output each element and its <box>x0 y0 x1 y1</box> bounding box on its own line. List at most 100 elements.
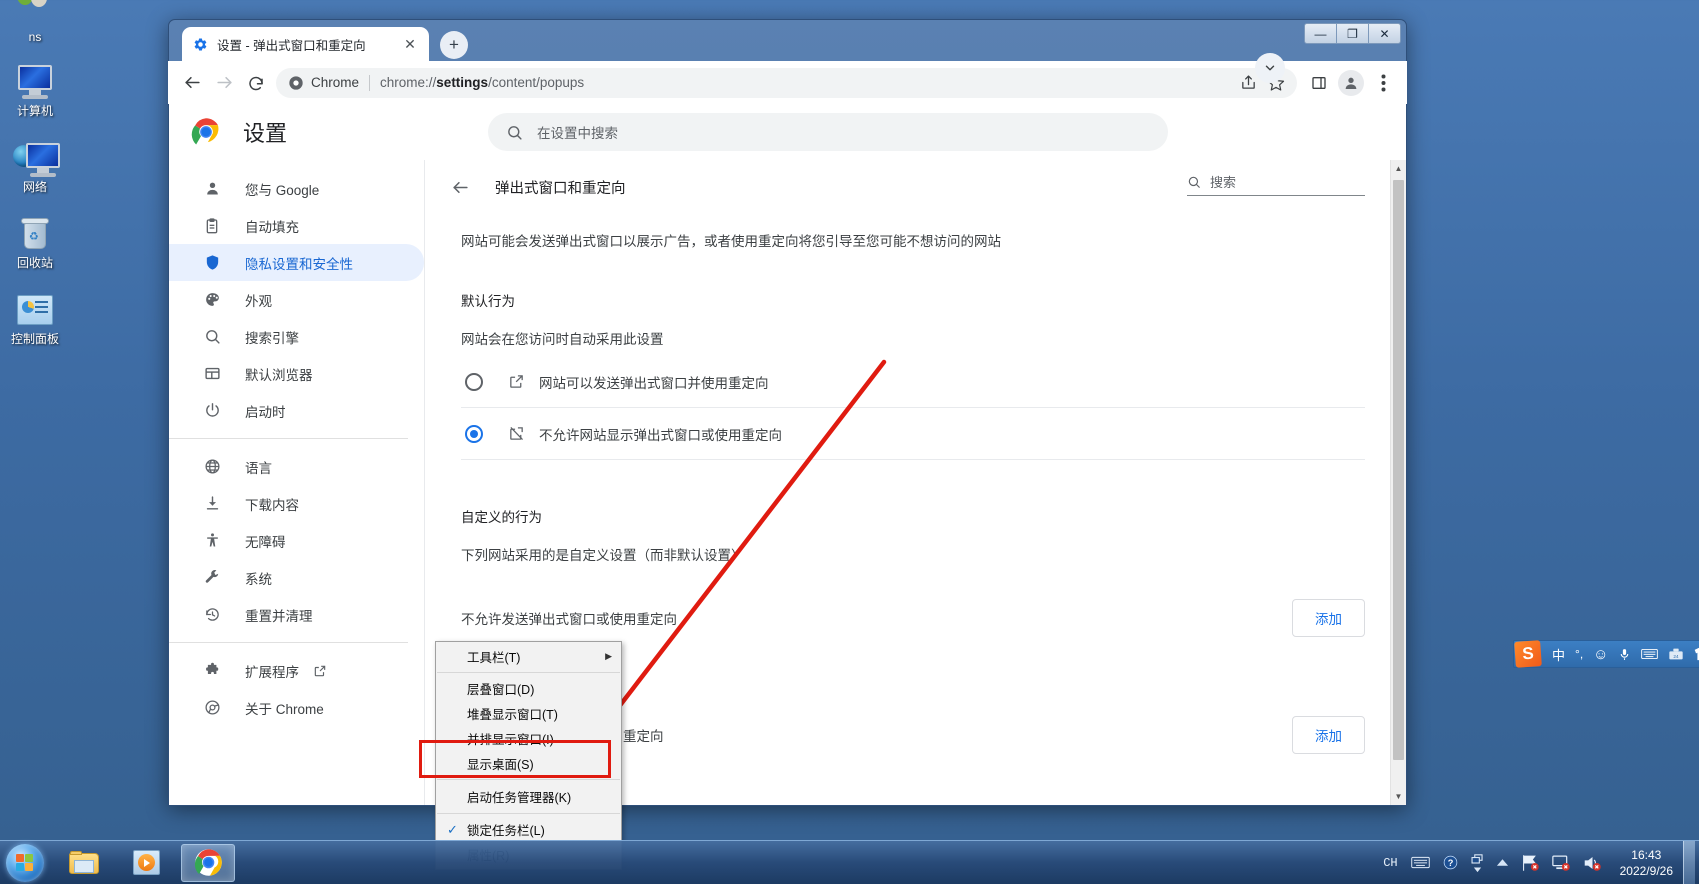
settings-gear-icon <box>192 36 208 52</box>
custom-behavior-subtext: 下列网站采用的是自定义设置（而非默认设置） <box>461 548 745 563</box>
person-icon <box>202 180 222 197</box>
taskbar-context-menu: 工具栏(T) ▶ 层叠窗口(D) 堆叠显示窗口(T) 并排显示窗口(I) 显示桌… <box>435 641 622 870</box>
ime-punctuation-icon[interactable]: °, <box>1575 647 1583 661</box>
ime-toolbox-icon[interactable]: 24 <box>1668 647 1684 661</box>
desktop-icon-label: 网络 <box>22 180 47 194</box>
maximize-button[interactable]: ❐ <box>1336 23 1369 44</box>
content-header: 弹出式窗口和重定向 搜索 <box>425 160 1391 214</box>
ime-voice-input-icon[interactable] <box>1618 647 1631 662</box>
ime-soft-keyboard-icon[interactable] <box>1641 648 1659 660</box>
sidebar-item-you-and-google[interactable]: 您与 Google <box>169 170 424 207</box>
sidebar-item-label: 您与 Google <box>245 182 320 198</box>
ctx-item-label: 启动任务管理器(K) <box>467 791 572 805</box>
start-button[interactable] <box>1 843 49 883</box>
ime-emoji-icon[interactable]: ☺ <box>1593 646 1608 663</box>
sidebar-item-label: 扩展程序 <box>245 664 299 680</box>
sidebar-divider <box>169 438 408 439</box>
avatar-icon[interactable] <box>1335 67 1367 99</box>
ctx-item-toolbars[interactable]: 工具栏(T) ▶ <box>436 644 621 669</box>
radio-option-allow[interactable]: 网站可以发送弹出式窗口并使用重定向 <box>461 356 1365 408</box>
desktop-icon-ns[interactable]: ns <box>0 0 70 44</box>
page-title: 设置 <box>243 121 288 146</box>
url-text: chrome://settings/content/popups <box>380 75 585 90</box>
add-allow-site-button[interactable]: 添加 <box>1292 716 1365 754</box>
taskbar-clock[interactable]: 16:43 2022/9/26 <box>1620 847 1673 879</box>
show-hidden-icons-icon[interactable] <box>1496 858 1509 867</box>
tab-search-chevron-icon[interactable] <box>1255 53 1285 83</box>
sidebar-item-extensions[interactable]: 扩展程序 <box>169 652 424 689</box>
forward-button[interactable] <box>208 67 240 99</box>
show-desktop-button[interactable] <box>1683 840 1695 884</box>
wrench-icon <box>202 569 222 586</box>
sidebar-item-accessibility[interactable]: 无障碍 <box>169 522 424 559</box>
content-search-input[interactable]: 搜索 <box>1187 172 1365 196</box>
tray-language-indicator[interactable]: CH <box>1383 856 1397 870</box>
scrollbar-thumb[interactable] <box>1393 180 1404 760</box>
sidebar-item-label: 无障碍 <box>245 534 286 550</box>
content-back-icon[interactable] <box>447 174 473 200</box>
reload-button[interactable] <box>240 67 272 99</box>
ctx-separator <box>437 672 620 673</box>
help-icon[interactable]: ? <box>1442 854 1459 871</box>
close-button[interactable]: ✕ <box>1368 23 1401 44</box>
sidebar-item-search-engine[interactable]: 搜索引擎 <box>169 318 424 355</box>
ctx-separator <box>437 813 620 814</box>
settings-search-input[interactable]: 在设置中搜索 <box>488 113 1168 151</box>
external-link-icon[interactable] <box>313 664 327 678</box>
checkmark-icon: ✓ <box>447 821 458 837</box>
block-list-row: 不允许发送弹出式窗口或使用重定向 添加 <box>461 596 1365 640</box>
desktop-icon-computer[interactable]: 计算机 <box>0 60 70 118</box>
sogou-logo-icon[interactable]: S <box>1514 640 1542 668</box>
new-tab-button[interactable]: + <box>440 31 468 59</box>
sidebar-item-downloads[interactable]: 下载内容 <box>169 485 424 522</box>
three-dot-menu-icon[interactable] <box>1367 67 1399 99</box>
back-button[interactable] <box>176 67 208 99</box>
volume-muted-icon[interactable] <box>1583 854 1602 872</box>
taskbar-item-media-player[interactable] <box>119 844 173 882</box>
ctx-item-start-task-manager[interactable]: 启动任务管理器(K) <box>436 783 621 810</box>
radio-indicator[interactable] <box>465 372 483 391</box>
search-icon <box>1187 175 1201 189</box>
side-panel-icon[interactable] <box>1303 67 1335 99</box>
taskbar-item-google-chrome[interactable] <box>181 843 235 882</box>
ctx-item-show-desktop[interactable]: 显示桌面(S) <box>436 751 621 776</box>
sidebar-item-default-browser[interactable]: 默认浏览器 <box>169 355 424 392</box>
browser-tab-settings[interactable]: 设置 - 弹出式窗口和重定向 ✕ <box>182 27 429 61</box>
sidebar-item-on-startup[interactable]: 启动时 <box>169 392 424 429</box>
add-block-site-button[interactable]: 添加 <box>1292 599 1365 637</box>
scroll-up-arrow-icon[interactable]: ▲ <box>1391 160 1406 177</box>
ime-mode-chinese[interactable]: 中 <box>1552 645 1565 664</box>
sidebar-item-autofill[interactable]: 自动填充 <box>169 207 424 244</box>
keyboard-icon[interactable] <box>1410 856 1430 869</box>
tab-close-icon[interactable]: ✕ <box>401 35 419 53</box>
sidebar-item-system[interactable]: 系统 <box>169 559 424 596</box>
minimize-button[interactable]: — <box>1304 23 1337 44</box>
recycle-bin-icon: ♻ <box>0 212 70 256</box>
sidebar-item-reset-cleanup[interactable]: 重置并清理 <box>169 596 424 633</box>
sidebar-item-languages[interactable]: 语言 <box>169 448 424 485</box>
sidebar-item-about-chrome[interactable]: 关于 Chrome <box>169 689 424 726</box>
scroll-down-arrow-icon[interactable]: ▼ <box>1391 788 1406 805</box>
ime-skin-icon[interactable] <box>1694 647 1699 661</box>
content-scrollbar[interactable]: ▲ ▼ <box>1390 160 1406 805</box>
ctx-item-lock-taskbar[interactable]: ✓ 锁定任务栏(L) <box>436 817 621 842</box>
expand-tray-icon[interactable] <box>1471 853 1484 873</box>
sidebar-item-privacy-security[interactable]: 隐私设置和安全性 <box>169 244 424 281</box>
ctx-item-side-by-side-windows[interactable]: 并排显示窗口(I) <box>436 726 621 751</box>
ctx-item-stacked-windows[interactable]: 堆叠显示窗口(T) <box>436 701 621 726</box>
content-title: 弹出式窗口和重定向 <box>495 180 626 197</box>
desktop-icon-control-panel[interactable]: 控制面板 <box>0 288 70 346</box>
clock-date: 2022/9/26 <box>1619 863 1673 878</box>
address-bar[interactable]: Chrome chrome://settings/content/popups <box>276 67 1297 98</box>
taskbar-item-file-explorer[interactable] <box>57 844 111 882</box>
share-icon[interactable] <box>1240 74 1257 91</box>
radio-indicator-selected[interactable] <box>465 424 483 443</box>
chrome-icon <box>202 699 222 716</box>
radio-option-block[interactable]: 不允许网站显示弹出式窗口或使用重定向 <box>461 408 1365 460</box>
desktop-icon-network[interactable]: 网络 <box>0 136 70 194</box>
desktop-icon-recycle-bin[interactable]: ♻ 回收站 <box>0 212 70 270</box>
sidebar-item-appearance[interactable]: 外观 <box>169 281 424 318</box>
ctx-item-cascade-windows[interactable]: 层叠窗口(D) <box>436 676 621 701</box>
display-icon[interactable] <box>1551 854 1571 872</box>
network-error-icon[interactable] <box>1521 854 1540 872</box>
